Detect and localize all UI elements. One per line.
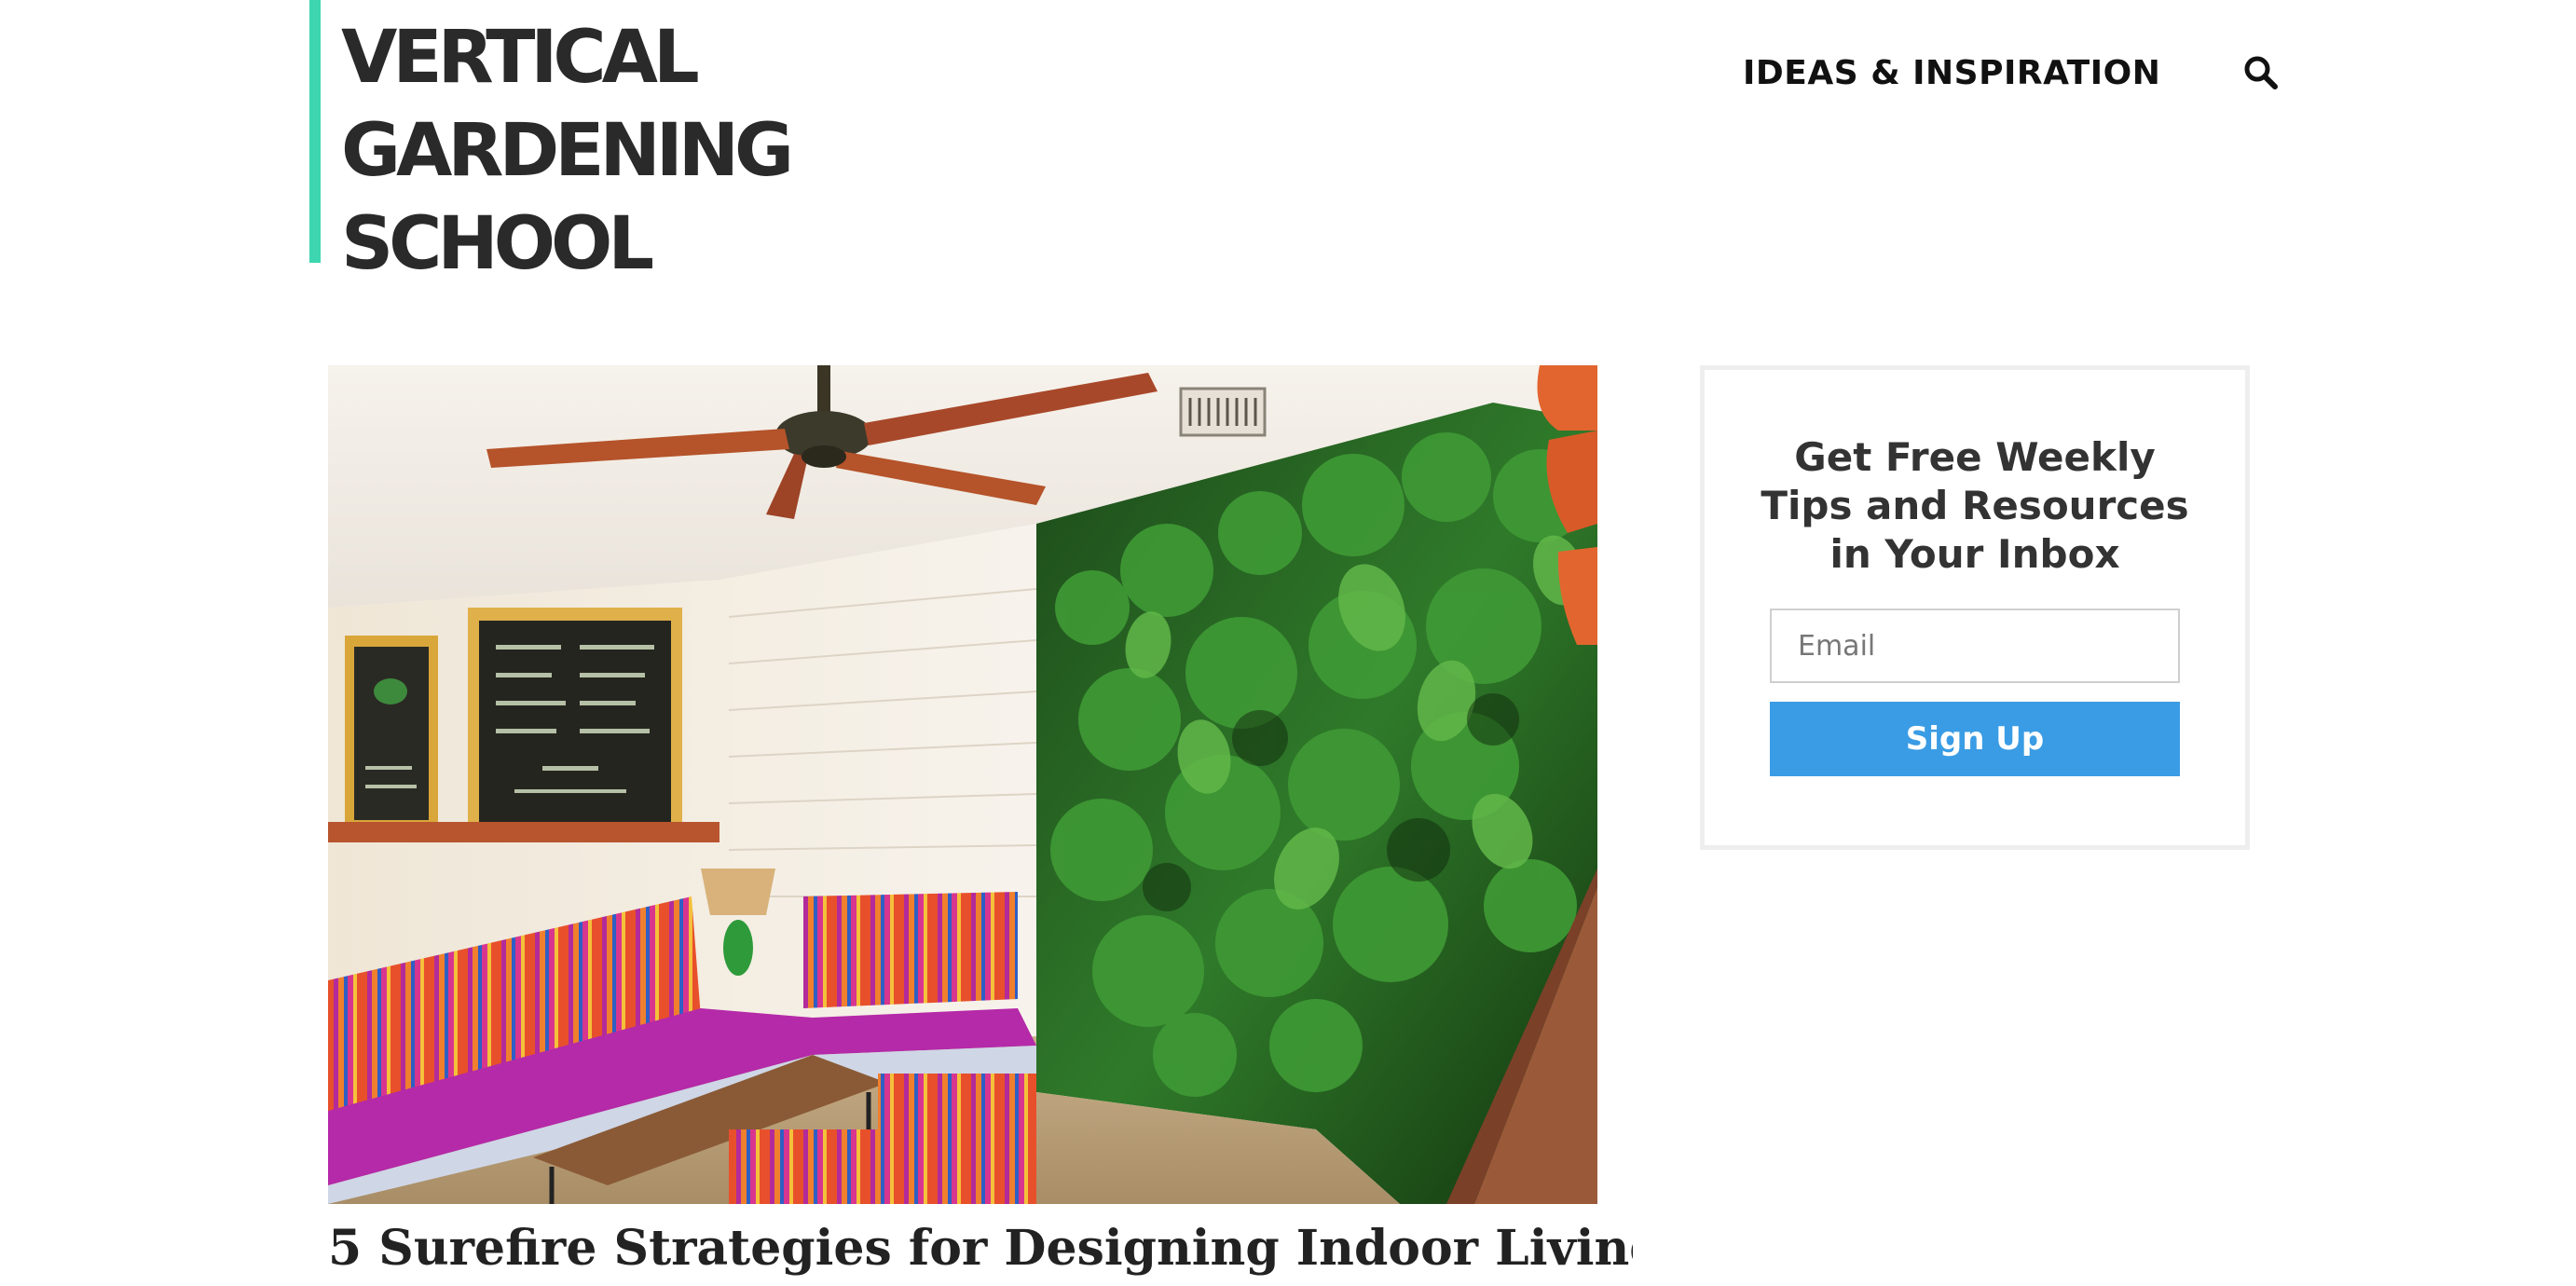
search-icon[interactable] <box>2239 50 2283 95</box>
post-title[interactable]: 5 Surefire Strategies for Designing Indo… <box>328 1211 1633 1286</box>
email-field[interactable] <box>1770 609 2180 683</box>
logo-line-gardening: GARDENING <box>341 109 794 193</box>
signup-heading: Get Free Weekly Tips and Resources in Yo… <box>1761 434 2189 577</box>
logo-line-school: SCHOOL <box>341 202 654 286</box>
main-nav: IDEAS & INSPIRATION <box>1743 45 2283 101</box>
featured-post-image[interactable] <box>328 365 1597 1204</box>
logo-line-vertical: VERTICAL <box>341 16 700 100</box>
newsletter-signup: Get Free Weekly Tips and Resources in Yo… <box>1700 365 2250 850</box>
nav-ideas-inspiration[interactable]: IDEAS & INSPIRATION <box>1743 54 2160 92</box>
site-header: VERTICAL GARDENING SCHOOL IDEAS & INSPIR… <box>0 0 2576 280</box>
site-logo[interactable]: VERTICAL GARDENING SCHOOL <box>309 0 794 280</box>
sign-up-button[interactable]: Sign Up <box>1770 702 2180 776</box>
